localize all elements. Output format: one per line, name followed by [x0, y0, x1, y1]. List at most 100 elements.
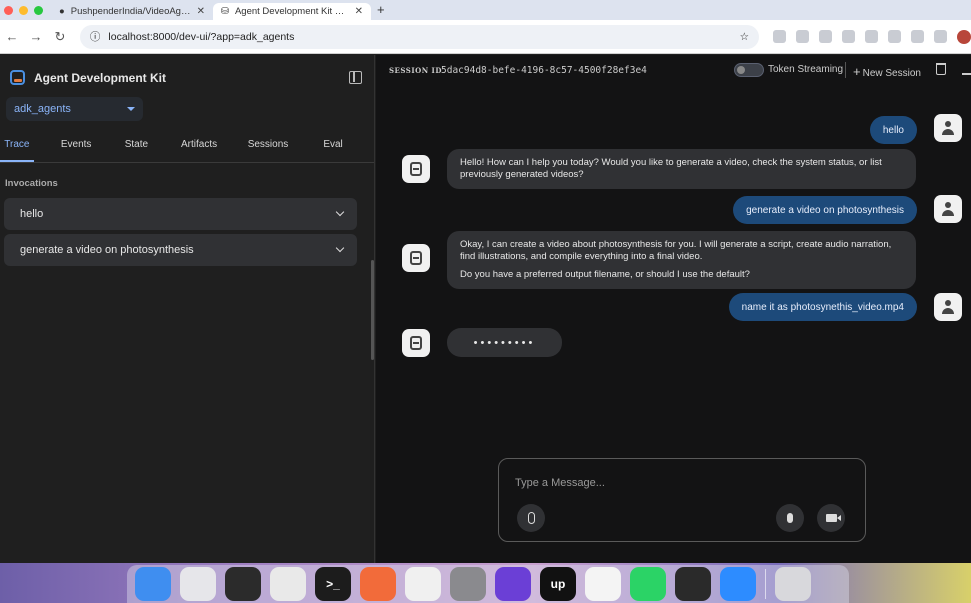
finder-icon[interactable]	[135, 567, 171, 601]
close-tab-icon[interactable]: ✕	[355, 6, 363, 17]
user-message: name it as photosynethis_video.mp4	[728, 293, 917, 321]
chat-toolbar: SESSION ID 5dac94d8-befe-4196-8c57-4500f…	[376, 55, 971, 85]
trash-can-icon[interactable]	[775, 567, 811, 601]
download-icon[interactable]	[962, 63, 971, 75]
pencil-app-icon[interactable]	[360, 567, 396, 601]
chrome-icon[interactable]	[270, 567, 306, 601]
extension-icon[interactable]	[819, 30, 832, 43]
window-controls	[0, 6, 51, 20]
bookmark-star-icon[interactable]: ☆	[740, 31, 749, 43]
delete-session-icon[interactable]	[936, 63, 946, 75]
person-icon	[942, 300, 954, 314]
camera-extension-icon[interactable]	[796, 30, 809, 43]
panel-scrollbar[interactable]	[371, 260, 374, 360]
system-settings-icon[interactable]	[450, 567, 486, 601]
bot-avatar	[402, 329, 430, 357]
bot-message: Okay, I can create a video about photosy…	[447, 231, 916, 289]
close-tab-icon[interactable]: ✕	[197, 6, 205, 17]
site-info-icon[interactable]: ⓘ	[90, 29, 101, 44]
blocks-app-icon[interactable]	[675, 567, 711, 601]
tab-events[interactable]: Events	[34, 139, 119, 162]
close-window-icon[interactable]	[4, 6, 13, 15]
extension-icon[interactable]	[773, 30, 786, 43]
terminal-icon[interactable]: >_	[315, 567, 351, 601]
user-avatar	[934, 114, 962, 142]
launchpad-icon[interactable]	[180, 567, 216, 601]
user-avatar	[934, 293, 962, 321]
tab-artifacts[interactable]: Artifacts	[154, 139, 244, 162]
message-composer	[498, 458, 866, 542]
collapse-panel-icon[interactable]	[349, 71, 362, 84]
bot-icon	[410, 336, 422, 350]
person-icon	[942, 121, 954, 135]
session-id-label: SESSION ID	[389, 66, 442, 75]
user-message: generate a video on photosynthesis	[733, 196, 917, 224]
paperclip-icon	[527, 512, 535, 524]
sidebar-icon[interactable]	[934, 30, 947, 43]
user-avatar	[934, 195, 962, 223]
reload-icon[interactable]: ↻	[48, 29, 72, 45]
final-cut-icon[interactable]	[225, 567, 261, 601]
bot-avatar	[402, 244, 430, 272]
microphone-button[interactable]	[776, 504, 804, 532]
brand: Agent Development Kit	[10, 70, 166, 85]
video-camera-icon	[825, 514, 841, 522]
bot-message: Hello! How can I help you today? Would y…	[447, 149, 916, 189]
mongodb-icon[interactable]	[405, 567, 441, 601]
zoom-icon[interactable]	[720, 567, 756, 601]
bot-icon	[410, 251, 422, 265]
minimize-window-icon[interactable]	[19, 6, 28, 15]
pen-app-icon[interactable]	[495, 567, 531, 601]
person-icon	[942, 202, 954, 216]
invocation-item[interactable]: generate a video on photosynthesis	[4, 234, 357, 266]
brand-title: Agent Development Kit	[34, 70, 167, 85]
new-tab-button[interactable]: +	[371, 2, 391, 20]
upwork-icon[interactable]: up	[540, 567, 576, 601]
video-button[interactable]	[817, 504, 845, 532]
extension-icon[interactable]	[865, 30, 878, 43]
tab-trace[interactable]: Trace	[0, 139, 34, 162]
github-icon: ●	[59, 6, 65, 17]
toolbar-divider	[845, 62, 846, 78]
extensions-puzzle-icon[interactable]	[911, 30, 924, 43]
forward-icon[interactable]: →	[24, 29, 48, 44]
tab-sessions[interactable]: Sessions	[244, 139, 292, 162]
browser-tab-github[interactable]: ● PushpenderIndia/VideoAgent ✕	[51, 3, 213, 20]
chevron-down-icon	[335, 243, 345, 253]
vscode-icon[interactable]	[585, 567, 621, 601]
new-session-button[interactable]: + New Session	[853, 64, 921, 79]
dock: >_ up	[127, 565, 849, 603]
attach-button[interactable]	[517, 504, 545, 532]
microphone-icon	[787, 513, 793, 523]
token-streaming-label: Token Streaming	[768, 64, 844, 75]
dropdown-caret-icon	[127, 107, 135, 111]
profile-avatar[interactable]	[957, 29, 971, 44]
invocations-heading: Invocations	[5, 178, 58, 189]
tab-eval[interactable]: Eval	[292, 139, 374, 162]
tab-state[interactable]: State	[119, 139, 155, 162]
browser-tab-adk[interactable]: ⛁ Agent Development Kit Dev U ✕	[213, 3, 371, 20]
adk-logo-icon	[10, 70, 25, 85]
app-select[interactable]: adk_agents	[6, 97, 143, 121]
browser-tab-bar: ● PushpenderIndia/VideoAgent ✕ ⛁ Agent D…	[0, 0, 971, 20]
maximize-window-icon[interactable]	[34, 6, 43, 15]
session-id-value: 5dac94d8-befe-4196-8c57-4500f28ef3e4	[441, 65, 647, 76]
extension-icon[interactable]	[888, 30, 901, 43]
user-message: hello	[869, 116, 917, 144]
adk-tab-icon: ⛁	[221, 6, 229, 17]
plus-icon: +	[853, 64, 861, 79]
side-panel-tabs: Trace Events State Artifacts Sessions Ev…	[0, 139, 374, 163]
invocation-item[interactable]: hello	[4, 198, 357, 230]
dock-separator	[765, 569, 766, 599]
url-field[interactable]: ⓘ localhost:8000/dev-ui/?app=adk_agents …	[79, 24, 759, 49]
bot-avatar	[402, 155, 430, 183]
typing-indicator: •••••••••	[447, 328, 562, 357]
extensions-area	[773, 29, 971, 44]
whatsapp-icon[interactable]	[630, 567, 666, 601]
extension-icon[interactable]	[842, 30, 855, 43]
back-icon[interactable]: ←	[0, 29, 24, 44]
app-select-value: adk_agents	[14, 103, 71, 115]
message-input[interactable]	[515, 475, 845, 491]
chat-panel: SESSION ID 5dac94d8-befe-4196-8c57-4500f…	[376, 55, 971, 563]
token-streaming-toggle[interactable]	[734, 63, 764, 77]
